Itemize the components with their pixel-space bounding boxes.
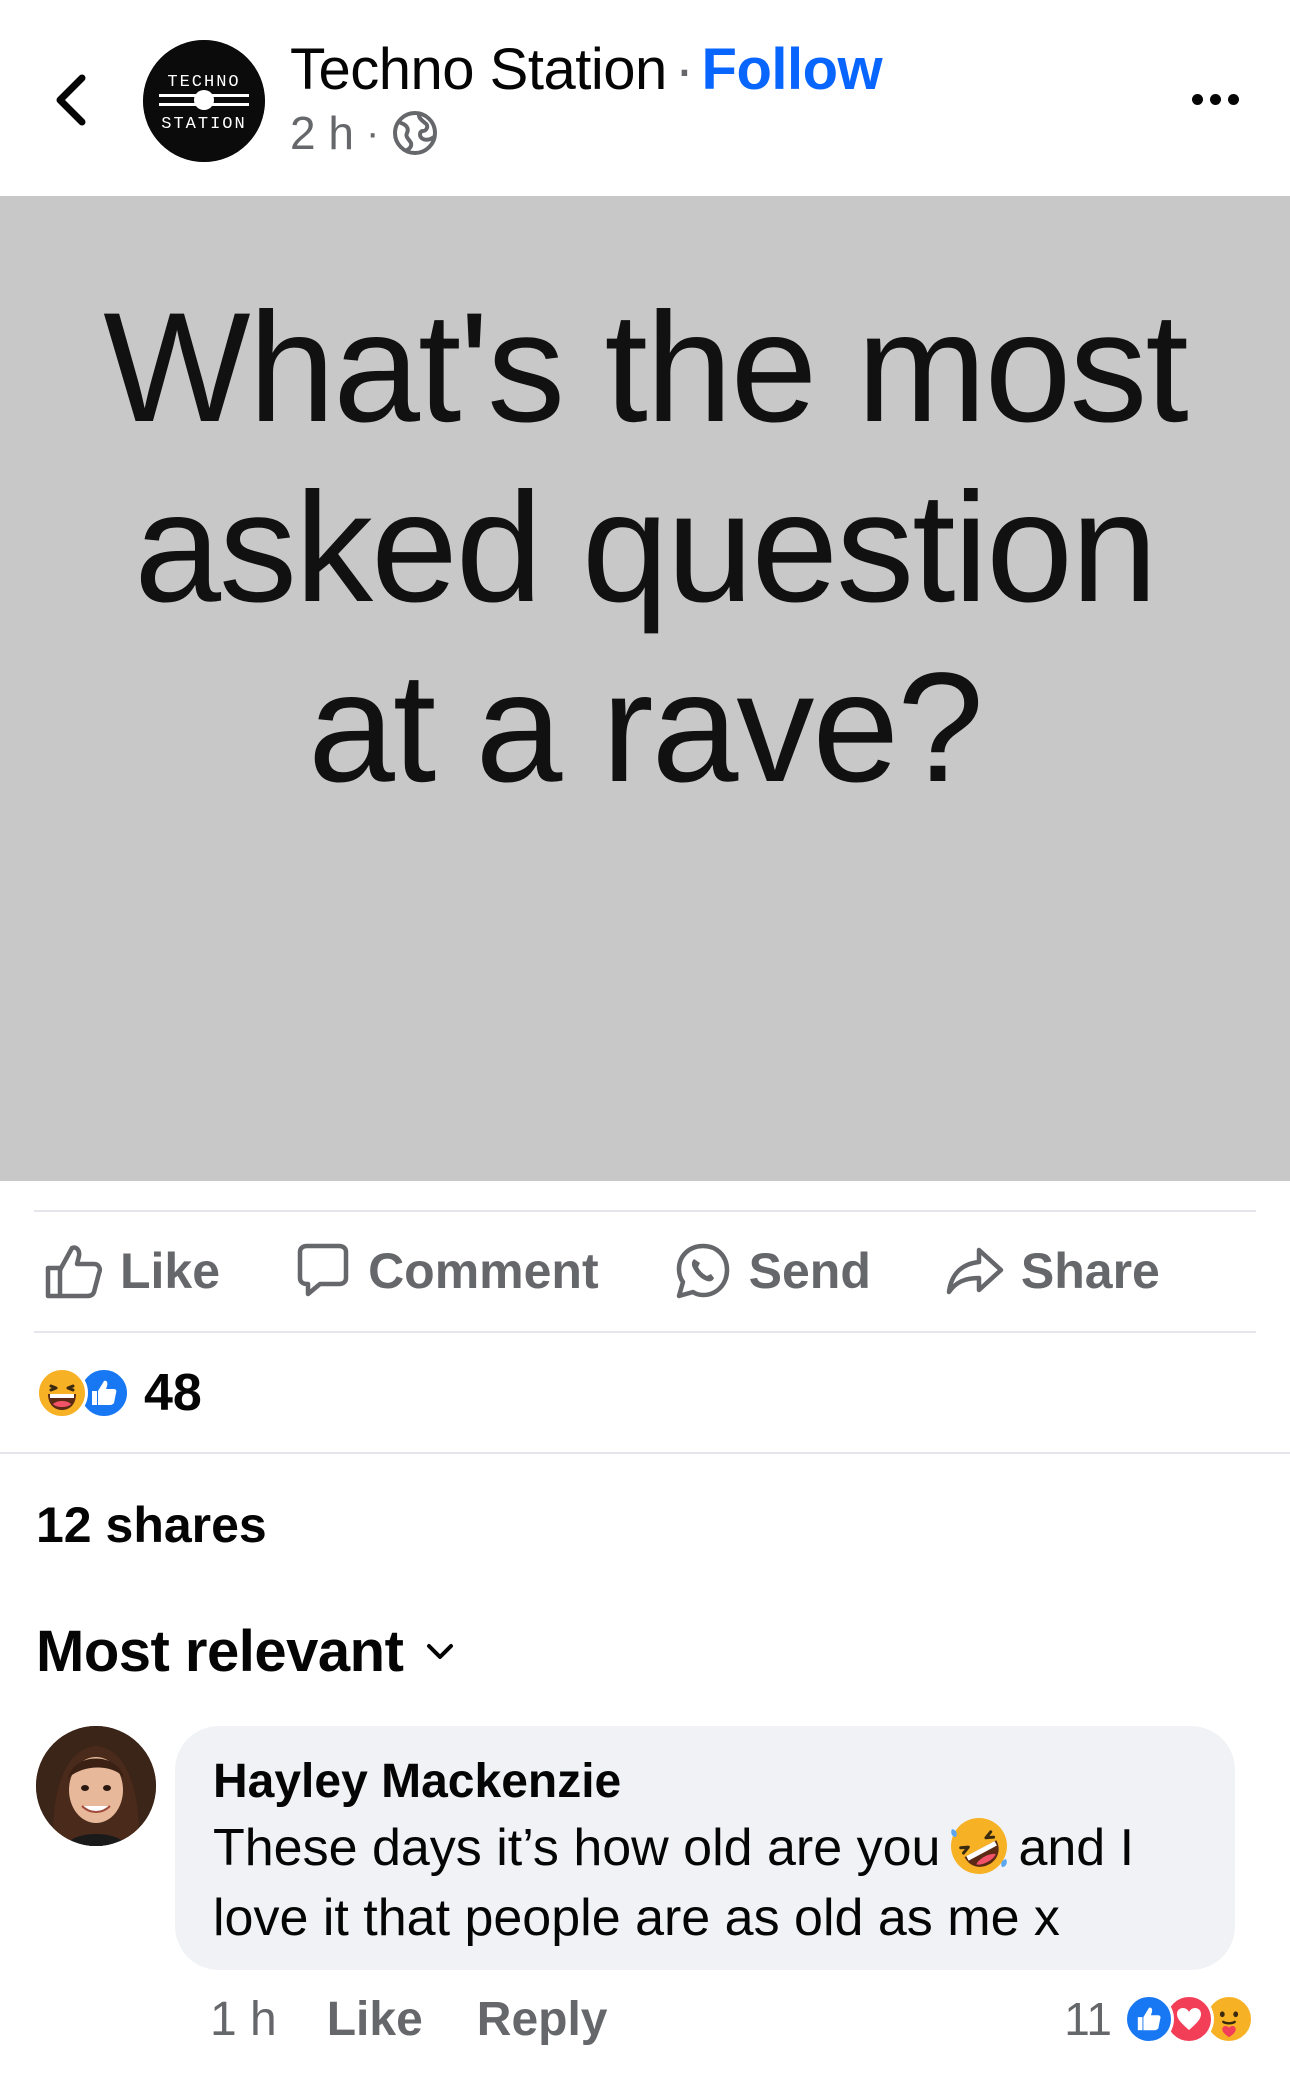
comment-reactions[interactable]: 11 xyxy=(1064,1986,1254,2052)
action-bar: Like Comment Send Share xyxy=(34,1212,1256,1330)
page-avatar[interactable]: TECHNO STATION xyxy=(143,40,265,162)
post-image-text: What's the most asked question at a rave… xyxy=(0,278,1290,818)
comment-text: These days it’s how old are you and I lo… xyxy=(213,1813,1197,1953)
post-image-line: asked question xyxy=(134,461,1157,635)
send-button[interactable]: Send xyxy=(673,1241,871,1301)
more-dot-icon xyxy=(1191,93,1203,105)
rolling-laughing-emoji-icon xyxy=(951,1818,1008,1874)
comment-time[interactable]: 1 h xyxy=(210,1992,277,2047)
globe-icon xyxy=(393,111,438,155)
share-label: Share xyxy=(1020,1243,1160,1299)
more-dot-icon xyxy=(1209,93,1221,105)
comment-bubble[interactable]: Hayley Mackenzie These days it’s how old… xyxy=(175,1726,1235,1970)
haha-reaction-icon xyxy=(36,1367,88,1419)
comment-icon xyxy=(297,1243,349,1297)
comment-text-part: These days it’s how old are you xyxy=(213,1819,941,1877)
share-button[interactable]: Share xyxy=(945,1242,1160,1300)
comment-like-button[interactable]: Like xyxy=(327,1992,423,2047)
post-header: TECHNO STATION Techno Station · Follow 2 h… xyxy=(0,0,1290,196)
more-options-button[interactable] xyxy=(1180,74,1250,124)
follow-button[interactable]: Follow xyxy=(702,37,883,102)
title-separator: · xyxy=(674,37,694,102)
back-button[interactable] xyxy=(40,60,100,140)
post-image[interactable]: What's the most asked question at a rave… xyxy=(0,196,1290,1181)
share-count[interactable]: 12 shares xyxy=(36,1496,267,1554)
post-image-line: What's the most xyxy=(103,281,1188,455)
comment-author[interactable]: Hayley Mackenzie xyxy=(213,1754,1197,1809)
post-time[interactable]: 2 h xyxy=(290,106,354,160)
comment-reaction-count: 11 xyxy=(1064,1993,1112,2045)
commenter-avatar[interactable] xyxy=(36,1726,156,1846)
comment-label: Comment xyxy=(368,1243,599,1299)
action-bar-bottom-divider xyxy=(34,1331,1256,1333)
chevron-left-icon xyxy=(56,74,86,126)
section-divider xyxy=(0,1452,1290,1454)
comment-button[interactable]: Comment xyxy=(294,1242,599,1300)
more-dot-icon xyxy=(1227,93,1239,105)
svg-text:TECHNO: TECHNO xyxy=(167,73,240,92)
meta-separator: · xyxy=(365,110,380,155)
comment-meta: 1 h Like Reply xyxy=(210,1984,662,2054)
like-reaction-icon xyxy=(1124,1994,1174,2044)
page-title-line: Techno Station · Follow xyxy=(290,36,883,103)
comment-sort-dropdown[interactable]: Most relevant xyxy=(36,1618,455,1685)
like-button[interactable]: Like xyxy=(44,1242,220,1300)
send-label: Send xyxy=(748,1243,871,1299)
reaction-count: 48 xyxy=(144,1364,202,1422)
thumbs-up-icon xyxy=(45,1245,103,1299)
techno-station-logo: TECHNO STATION xyxy=(143,40,265,162)
chevron-down-icon xyxy=(427,1643,454,1659)
post-reactions[interactable]: 48 xyxy=(36,1362,202,1424)
page-name[interactable]: Techno Station xyxy=(290,37,667,102)
share-arrow-icon xyxy=(946,1247,1004,1295)
whatsapp-icon xyxy=(676,1243,729,1299)
like-label: Like xyxy=(120,1243,221,1299)
post-image-line: at a rave? xyxy=(308,641,984,815)
post-meta: 2 h · xyxy=(290,106,439,160)
svg-text:STATION: STATION xyxy=(161,115,246,134)
comment-reply-button[interactable]: Reply xyxy=(477,1992,608,2047)
sort-label: Most relevant xyxy=(36,1619,404,1684)
